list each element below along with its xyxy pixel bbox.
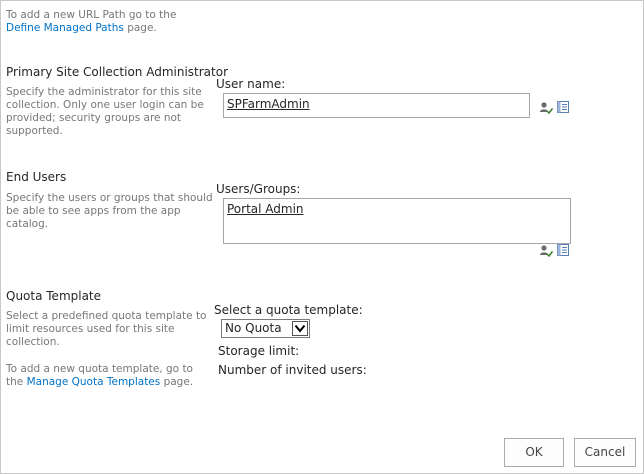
quota-desc-1: Select a predefined quota template to xyxy=(6,310,207,322)
cancel-button[interactable]: Cancel xyxy=(574,438,636,467)
user-name-value: SPFarmAdmin xyxy=(227,97,310,111)
check-names-icon[interactable] xyxy=(539,101,553,115)
address-book-icon[interactable] xyxy=(556,243,570,257)
end-users-desc-1: Specify the users or groups that should xyxy=(6,192,213,204)
check-names-icon[interactable] xyxy=(539,244,553,258)
invited-users-label: Number of invited users: xyxy=(218,363,367,377)
quota-add-note-suffix: page. xyxy=(160,376,194,388)
ok-button[interactable]: OK xyxy=(504,438,564,467)
primary-admin-desc-2: collection. Only one user login can be xyxy=(6,99,204,111)
quota-heading: Quota Template xyxy=(6,289,102,303)
chevron-down-icon xyxy=(292,321,308,336)
url-path-note: To add a new URL Path go to the xyxy=(6,9,176,22)
quota-selected-value: No Quota xyxy=(225,321,282,335)
primary-admin-desc-1: Specify the administrator for this site xyxy=(6,86,202,98)
users-groups-value: Portal Admin xyxy=(227,202,304,216)
manage-quota-templates-link[interactable]: Manage Quota Templates xyxy=(27,376,161,388)
end-users-desc-3: catalog. xyxy=(6,218,49,230)
users-groups-input[interactable]: Portal Admin xyxy=(223,198,571,244)
user-name-input[interactable]: SPFarmAdmin xyxy=(223,93,530,118)
end-users-heading: End Users xyxy=(6,170,67,184)
users-groups-label: Users/Groups: xyxy=(216,182,301,196)
primary-admin-desc-3: provided; security groups are not xyxy=(6,112,182,124)
quota-add-note-2: the Manage Quota Templates page. xyxy=(6,376,193,389)
url-path-link-line: Define Managed Paths page. xyxy=(6,22,157,35)
quota-add-note-1: To add a new quota template, go to xyxy=(6,363,193,375)
define-managed-paths-link[interactable]: Define Managed Paths xyxy=(6,22,124,34)
storage-limit-label: Storage limit: xyxy=(218,344,300,358)
url-path-suffix: page. xyxy=(123,22,157,34)
quota-select-label: Select a quota template: xyxy=(214,303,363,317)
quota-add-note-prefix: the xyxy=(6,376,27,388)
end-users-desc-2: be able to see apps from the app xyxy=(6,205,181,217)
quota-desc-2: limit resources used for this site xyxy=(6,323,175,335)
address-book-icon[interactable] xyxy=(556,100,570,114)
quota-desc-3: collection. xyxy=(6,336,60,348)
quota-template-select[interactable]: No Quota xyxy=(221,319,310,338)
user-name-label: User name: xyxy=(216,77,286,91)
url-path-text: To add a new URL Path go to the xyxy=(6,9,177,21)
primary-admin-heading: Primary Site Collection Administrator xyxy=(6,65,229,79)
primary-admin-desc-4: supported. xyxy=(6,125,63,137)
